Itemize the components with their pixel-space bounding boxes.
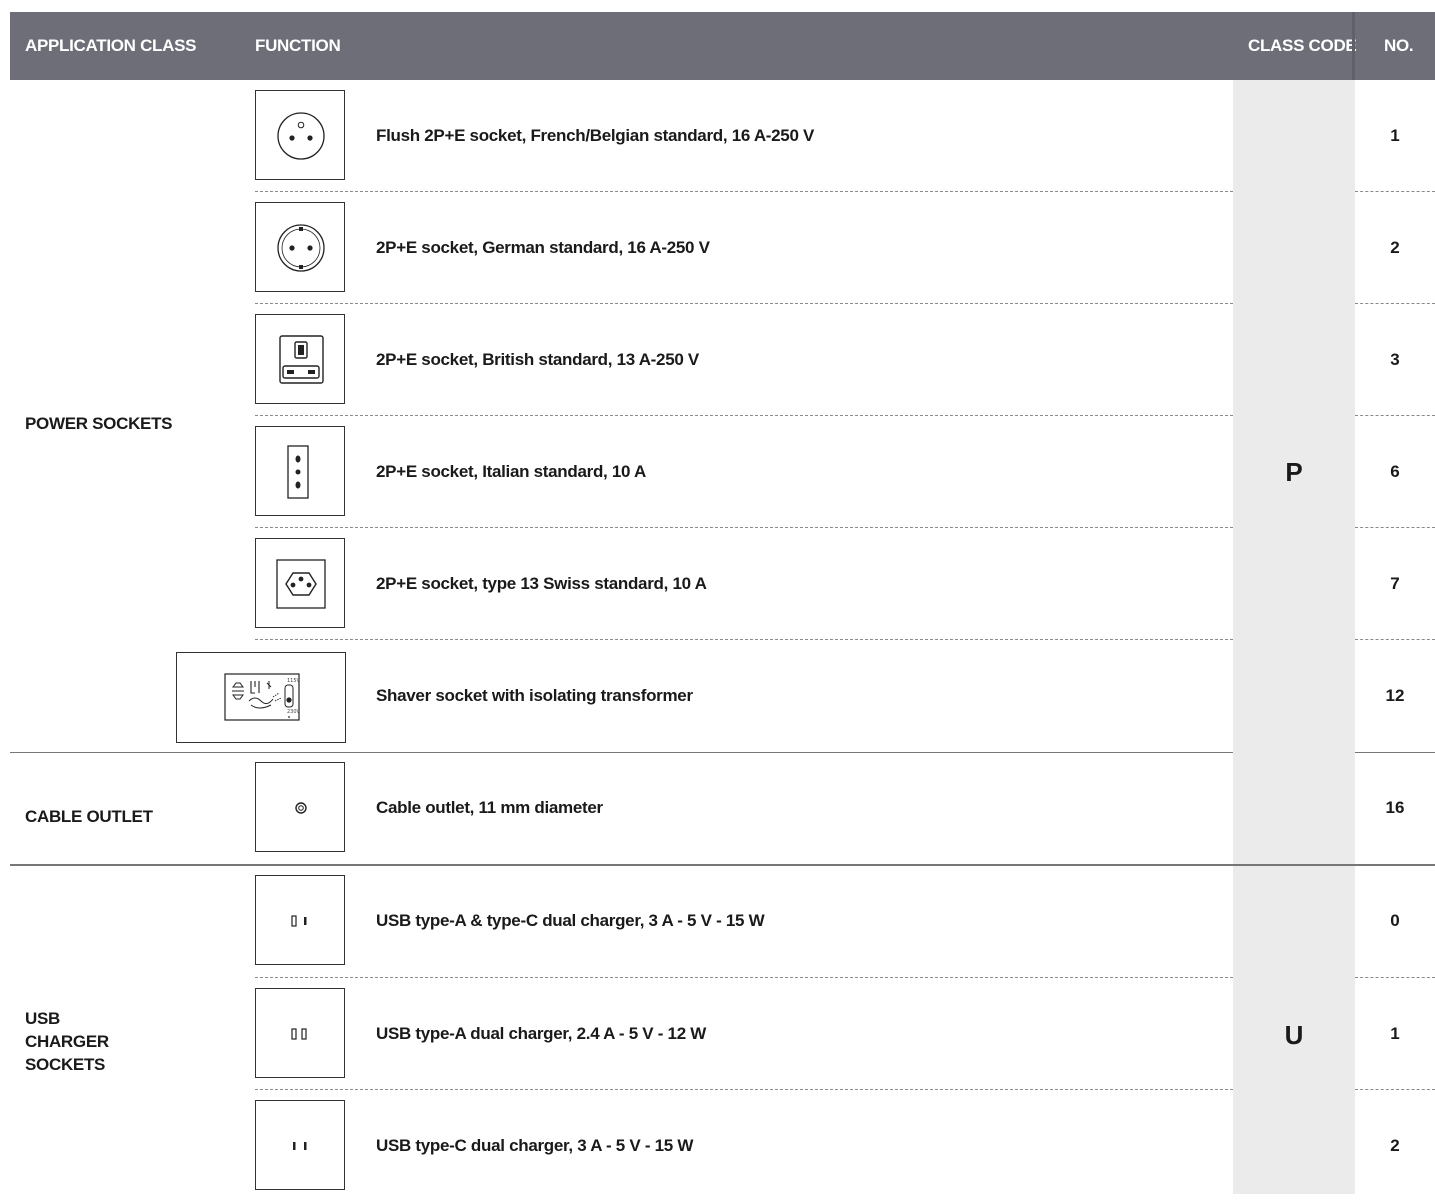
german-schuko-socket-icon xyxy=(255,202,345,292)
usb-a-c-charger-icon xyxy=(255,875,345,965)
header-class-code: CLASS CODE xyxy=(1248,36,1357,55)
item-description: Flush 2P+E socket, French/Belgian standa… xyxy=(376,126,815,145)
item-description: 2P+E socket, type 13 Swiss standard, 10 … xyxy=(376,574,707,593)
usb-a-dual-charger-icon xyxy=(255,988,345,1078)
item-description: Cable outlet, 11 mm diameter xyxy=(376,798,603,817)
item-number: 7 xyxy=(1390,574,1400,593)
header-divider xyxy=(1352,12,1355,80)
table-row: Cable outlet, 11 mm diameter 16 xyxy=(0,752,1435,864)
header-function: FUNCTION xyxy=(255,36,341,55)
item-number: 6 xyxy=(1390,462,1400,481)
item-description: 2P+E socket, British standard, 13 A-250 … xyxy=(376,350,699,369)
item-description: USB type-C dual charger, 3 A - 5 V - 15 … xyxy=(376,1136,694,1155)
item-description: Shaver socket with isolating transformer xyxy=(376,686,693,705)
item-description: 2P+E socket, Italian standard, 10 A xyxy=(376,462,646,481)
table-row: USB type-C dual charger, 3 A - 5 V - 15 … xyxy=(0,1090,1435,1202)
table-header: APPLICATION CLASS FUNCTION CLASS CODE NO… xyxy=(10,12,1435,80)
table-row: 2P+E socket, Italian standard, 10 A 6 xyxy=(0,416,1435,528)
item-number: 1 xyxy=(1390,126,1400,145)
item-number: 16 xyxy=(1385,798,1405,817)
item-number: 2 xyxy=(1390,1136,1400,1155)
table-row: 2P+E socket, German standard, 16 A-250 V… xyxy=(0,192,1435,304)
british-socket-icon xyxy=(255,314,345,404)
header-no: NO. xyxy=(1384,36,1414,55)
usb-c-dual-charger-icon xyxy=(255,1100,345,1190)
item-number: 2 xyxy=(1390,238,1400,257)
item-number: 0 xyxy=(1390,911,1400,930)
item-description: USB type-A & type-C dual charger, 3 A - … xyxy=(376,911,765,930)
table-row: 2P+E socket, type 13 Swiss standard, 10 … xyxy=(0,528,1435,640)
item-number: 3 xyxy=(1390,350,1400,369)
item-number: 1 xyxy=(1390,1024,1400,1043)
table-row: Flush 2P+E socket, French/Belgian standa… xyxy=(0,80,1435,192)
item-description: USB type-A dual charger, 2.4 A - 5 V - 1… xyxy=(376,1024,707,1043)
table-row: USB type-A & type-C dual charger, 3 A - … xyxy=(0,865,1435,977)
top-margin xyxy=(0,0,1435,12)
table-row: USB type-A dual charger, 2.4 A - 5 V - 1… xyxy=(0,978,1435,1090)
item-number: 12 xyxy=(1385,686,1405,705)
table-row: Shaver socket with isolating transformer… xyxy=(0,640,1435,752)
cable-outlet-icon xyxy=(255,762,345,852)
table-row: 2P+E socket, British standard, 13 A-250 … xyxy=(0,304,1435,416)
header-application-class: APPLICATION CLASS xyxy=(25,36,197,55)
french-belgian-socket-icon xyxy=(255,90,345,180)
italian-socket-icon xyxy=(255,426,345,516)
item-description: 2P+E socket, German standard, 16 A-250 V xyxy=(376,238,710,257)
swiss-socket-icon xyxy=(255,538,345,628)
